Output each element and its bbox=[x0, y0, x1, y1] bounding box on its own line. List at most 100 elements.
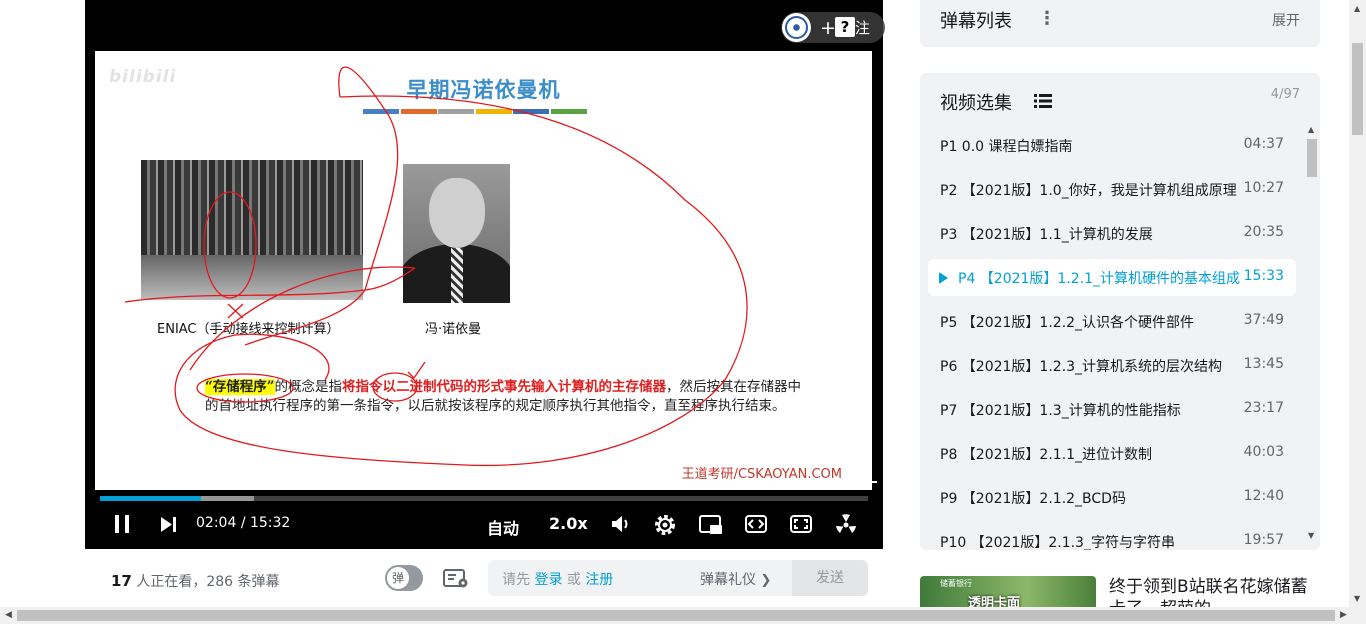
login-link[interactable]: 登录 bbox=[534, 572, 562, 588]
color-bar-segment bbox=[400, 109, 437, 114]
total-time: 15:32 bbox=[249, 515, 291, 531]
episode-title: P1 0.0 课程白嫖指南 bbox=[940, 139, 1073, 155]
episode-scrollbar[interactable]: ▲ ▼ bbox=[1304, 125, 1318, 545]
scroll-thumb[interactable] bbox=[17, 610, 1335, 621]
danmaku-info-bar: 17 人正在看，286 条弹幕 弹 请先 登录 或 注册 弹幕礼仪 ❯ 发送 bbox=[85, 551, 883, 607]
episode-duration: 12:40 bbox=[1243, 488, 1284, 504]
page-horizontal-scrollbar[interactable]: ◀ ▶ bbox=[0, 607, 1366, 624]
scroll-left-icon[interactable]: ◀ bbox=[5, 610, 12, 620]
emphasis-text: 将指令以二进制代码的形式事先输入计算机的主存储器 bbox=[342, 379, 667, 395]
list-icon[interactable] bbox=[1034, 94, 1052, 108]
episodes-title: 视频选集 bbox=[940, 93, 1012, 114]
scroll-down-icon[interactable]: ▼ bbox=[1308, 531, 1314, 540]
uploader-avatar[interactable] bbox=[782, 13, 811, 42]
color-bar-segment bbox=[438, 109, 474, 114]
slide-title: 早期冯诺依曼机 bbox=[406, 78, 561, 102]
danmaku-count: 286 bbox=[206, 574, 234, 590]
episode-duration: 23:17 bbox=[1243, 400, 1284, 416]
color-bar-segment bbox=[550, 109, 587, 114]
viewer-stats: 17 人正在看，286 条弹幕 bbox=[111, 572, 280, 590]
register-link[interactable]: 注册 bbox=[585, 572, 613, 588]
episode-duration: 13:45 bbox=[1243, 356, 1284, 372]
page-vertical-scrollbar[interactable]: ▲ ▼ bbox=[1349, 0, 1366, 607]
episode-item[interactable]: P4 【2021版】1.2.1_计算机硬件的基本组成 15:33 bbox=[928, 259, 1296, 296]
episode-title: P3 【2021版】1.1_计算机的发展 bbox=[940, 227, 1153, 243]
follow-button[interactable]: +关注 bbox=[781, 12, 885, 43]
episode-count: 4/97 bbox=[1270, 87, 1300, 102]
episode-item[interactable]: P10 【2021版】2.1.3_字符与字符串 19:57 bbox=[928, 523, 1296, 550]
slide-brand: 王道考研/CSKAOYAN.COM bbox=[681, 467, 842, 482]
volume-button[interactable] bbox=[611, 514, 631, 534]
eniac-photo bbox=[141, 160, 363, 300]
episode-item[interactable]: P9 【2021版】2.1.2_BCD码 12:40 bbox=[928, 479, 1296, 516]
eniac-caption: ENIAC（手动接线来控制计算） bbox=[157, 322, 340, 337]
episode-duration: 40:03 bbox=[1243, 444, 1284, 460]
episode-item[interactable]: P1 0.0 课程白嫖指南 04:37 bbox=[928, 127, 1296, 164]
pin-icon[interactable] bbox=[863, 475, 877, 489]
pause-button[interactable] bbox=[113, 514, 131, 534]
episode-title: P8 【2021版】2.1.1_进位计数制 bbox=[940, 447, 1153, 463]
scroll-up-icon[interactable]: ▲ bbox=[1308, 125, 1314, 134]
episode-list-panel: 视频选集 4/97 P1 0.0 课程白嫖指南 04:37 P2 【2021版】1.… bbox=[920, 73, 1320, 550]
plus-icon: + bbox=[820, 16, 836, 39]
episode-item[interactable]: P8 【2021版】2.1.1_进位计数制 40:03 bbox=[928, 435, 1296, 472]
episode-item[interactable]: P5 【2021版】1.2.2_认识各个硬件部件 37:49 bbox=[928, 303, 1296, 340]
episode-item[interactable]: P2 【2021版】1.0_你好，我是计算机组成原理 10:27 bbox=[928, 171, 1296, 208]
next-icon bbox=[161, 517, 176, 532]
expand-button[interactable]: 展开 bbox=[1272, 10, 1300, 30]
scroll-thumb[interactable] bbox=[1352, 43, 1363, 135]
episode-item[interactable]: P6 【2021版】1.2.3_计算机系统的层次结构 13:45 bbox=[928, 347, 1296, 384]
picture-in-picture-icon bbox=[699, 515, 722, 534]
scroll-right-icon[interactable]: ▶ bbox=[1340, 610, 1347, 620]
episode-duration: 04:37 bbox=[1243, 136, 1284, 152]
scroll-thumb[interactable] bbox=[1307, 139, 1317, 177]
danmaku-input[interactable]: 请先 登录 或 注册 弹幕礼仪 ❯ 发送 bbox=[488, 560, 868, 596]
danmaku-settings-icon[interactable] bbox=[443, 569, 469, 589]
episode-title: P4 【2021版】1.2.1_计算机硬件的基本组成 bbox=[958, 271, 1241, 287]
send-button[interactable]: 发送 bbox=[792, 560, 868, 596]
scroll-down-icon[interactable]: ▼ bbox=[1354, 594, 1360, 603]
von-neumann-photo bbox=[403, 164, 510, 303]
episode-title: P10 【2021版】2.1.3_字符与字符串 bbox=[940, 535, 1175, 550]
web-fullscreen-icon bbox=[790, 515, 812, 533]
episode-duration: 15:33 bbox=[1243, 268, 1284, 284]
neumann-caption: 冯·诺依曼 bbox=[425, 322, 482, 337]
slide-body-text: “存储程序”的概念是指将指令以二进制代码的形式事先输入计算机的主存储器，然后按其… bbox=[205, 379, 802, 414]
pip-button[interactable] bbox=[699, 514, 723, 536]
episode-title: P6 【2021版】1.2.3_计算机系统的层次结构 bbox=[940, 359, 1223, 375]
playing-icon bbox=[939, 272, 948, 284]
time-display: 02:04 / 15:32 bbox=[196, 515, 291, 531]
episode-item[interactable]: P3 【2021版】1.1_计算机的发展 20:35 bbox=[928, 215, 1296, 252]
episode-title: P5 【2021版】1.2.2_认识各个硬件部件 bbox=[940, 315, 1195, 331]
speed-button[interactable]: 2.0x bbox=[549, 514, 588, 533]
danmaku-etiquette-link[interactable]: 弹幕礼仪 ❯ bbox=[700, 569, 771, 589]
scroll-up-icon[interactable]: ▲ bbox=[1354, 4, 1360, 13]
recommended-video[interactable]: 储蓄银行 透明卡面 终于领到B站联名花嫁储蓄卡了，超萌的 bbox=[920, 576, 1340, 607]
current-time: 02:04 bbox=[196, 515, 237, 531]
settings-button[interactable] bbox=[654, 514, 676, 536]
episode-title: P7 【2021版】1.3_计算机的性能指标 bbox=[940, 403, 1181, 419]
help-button[interactable]: ? bbox=[835, 17, 855, 37]
volume-icon bbox=[612, 516, 628, 532]
danmaku-toggle[interactable]: 弹 bbox=[385, 565, 423, 591]
danmaku-list-header[interactable]: 弹幕列表 ⋮ 展开 bbox=[920, 0, 1320, 47]
next-button[interactable] bbox=[159, 516, 177, 533]
more-icon[interactable]: ⋮ bbox=[1038, 8, 1056, 29]
episode-item[interactable]: P7 【2021版】1.3_计算机的性能指标 23:17 bbox=[928, 391, 1296, 428]
color-bar-segment bbox=[513, 109, 549, 114]
pause-icon bbox=[115, 515, 129, 533]
played-bar bbox=[100, 496, 202, 501]
episode-duration: 37:49 bbox=[1243, 312, 1284, 328]
recommended-thumbnail[interactable]: 储蓄银行 透明卡面 bbox=[920, 576, 1096, 607]
episode-title: P2 【2021版】1.0_你好，我是计算机组成原理 bbox=[940, 183, 1237, 199]
widescreen-button[interactable] bbox=[745, 514, 767, 534]
episode-duration: 19:57 bbox=[1243, 532, 1284, 548]
progress-bar[interactable] bbox=[100, 496, 868, 501]
quality-button[interactable]: 自动 bbox=[487, 515, 519, 539]
fullscreen-button[interactable] bbox=[834, 513, 858, 537]
widescreen-icon bbox=[745, 515, 767, 533]
video-player[interactable]: +关注 ? bilibili 早期冯诺依曼机 ENIAC（手动接线来控制计算） … bbox=[85, 0, 885, 549]
recommended-title[interactable]: 终于领到B站联名花嫁储蓄卡了，超萌的 bbox=[1109, 576, 1324, 607]
episode-duration: 10:27 bbox=[1243, 180, 1284, 196]
web-fullscreen-button[interactable] bbox=[790, 514, 812, 534]
